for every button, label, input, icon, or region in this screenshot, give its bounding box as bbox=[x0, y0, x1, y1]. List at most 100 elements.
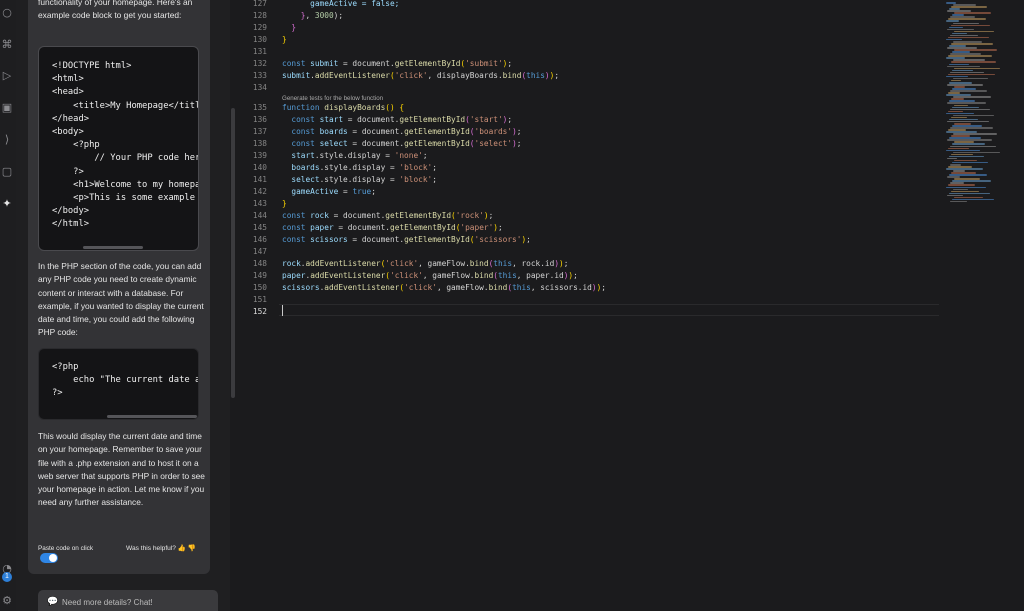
chat-panel-scrollbar[interactable] bbox=[231, 108, 235, 398]
code-token: ; bbox=[526, 235, 531, 244]
code-line[interactable]: scissors.addEventListener('click', gameF… bbox=[282, 282, 606, 294]
code-line[interactable]: function displayBoards() { bbox=[282, 102, 404, 114]
code-token: const bbox=[282, 127, 320, 136]
code-block-php-scrollbar[interactable] bbox=[107, 415, 197, 418]
minimap-line bbox=[947, 102, 986, 105]
minimap-line bbox=[951, 61, 996, 64]
code-token: scissors bbox=[310, 235, 348, 244]
search-icon[interactable]: ○ bbox=[0, 6, 14, 20]
code-line[interactable]: const submit = document.getElementById('… bbox=[282, 58, 512, 70]
code-token: ; bbox=[488, 211, 494, 220]
minimap-line bbox=[948, 147, 969, 150]
code-line[interactable]: const start = document.getElementById('s… bbox=[282, 114, 512, 126]
code-line[interactable]: paper.addEventListener('click', gameFlow… bbox=[282, 270, 578, 282]
code-token: getElementById bbox=[404, 127, 470, 136]
code-token: 'click' bbox=[404, 283, 437, 292]
code-line[interactable]: select.style.display = 'block'; bbox=[282, 174, 437, 186]
thumbs-down-icon[interactable]: 👎 bbox=[188, 544, 196, 552]
code-token: start bbox=[282, 151, 315, 160]
code-line[interactable]: submit.addEventListener('click', display… bbox=[282, 70, 559, 82]
code-line[interactable]: start.style.display = 'none'; bbox=[282, 150, 428, 162]
line-number: 132 bbox=[252, 59, 267, 68]
code-token: rock bbox=[310, 211, 329, 220]
code-line[interactable]: } bbox=[282, 34, 287, 46]
code-block-html[interactable]: <!DOCTYPE html> <html> <head> <title>My … bbox=[38, 46, 199, 251]
code-line[interactable]: gameActive = true; bbox=[282, 186, 376, 198]
code-line[interactable]: rock.addEventListener('click', gameFlow.… bbox=[282, 258, 568, 270]
code-token: ; bbox=[432, 163, 437, 172]
code-token: 'scissors' bbox=[474, 235, 522, 244]
code-token: paper bbox=[282, 271, 306, 280]
remote-explorer-icon[interactable]: ▢ bbox=[0, 165, 14, 179]
code-line[interactable]: const rock = document.getElementById('ro… bbox=[282, 210, 493, 222]
code-token: const bbox=[282, 115, 320, 124]
line-number: 128 bbox=[252, 11, 267, 20]
was-helpful-label: Was this helpful? bbox=[126, 545, 176, 552]
code-line[interactable]: const select = document.getElementById('… bbox=[282, 138, 521, 150]
minimap-line bbox=[954, 104, 968, 107]
minimap-line bbox=[949, 26, 963, 29]
code-token: ; bbox=[422, 151, 428, 160]
ai-chat-icon[interactable]: ✦ bbox=[0, 197, 14, 211]
code-token: addEventListener bbox=[305, 259, 381, 268]
line-number: 147 bbox=[252, 247, 267, 256]
code-token: 'none' bbox=[394, 151, 423, 160]
code-token: submit bbox=[282, 71, 311, 80]
line-number: 142 bbox=[252, 187, 267, 196]
run-debug-icon[interactable]: ▷ bbox=[0, 69, 14, 83]
code-line[interactable]: boards.style.display = 'block'; bbox=[282, 162, 437, 174]
chat-response-panel: functionality of your homepage. Here's a… bbox=[28, 0, 210, 574]
code-token: 'boards' bbox=[474, 127, 513, 136]
code-line[interactable]: } bbox=[282, 198, 287, 210]
code-token: const bbox=[282, 59, 311, 68]
minimap[interactable] bbox=[946, 0, 1001, 205]
brackets-icon[interactable]: ⟩ bbox=[0, 133, 14, 147]
paste-code-toggle[interactable] bbox=[40, 553, 58, 563]
source-control-icon[interactable]: ⌘ bbox=[0, 38, 14, 52]
code-token: gameActive = false; bbox=[282, 0, 400, 8]
code-line[interactable]: } bbox=[282, 22, 296, 34]
minimap-line bbox=[947, 28, 974, 31]
code-token: getElementById bbox=[404, 139, 470, 148]
code-line[interactable]: gameActive = false; bbox=[282, 0, 399, 10]
code-token: } bbox=[282, 35, 287, 44]
codelens-generate-tests[interactable]: Generate tests for the below function bbox=[282, 95, 383, 102]
code-token: getElementById bbox=[390, 223, 456, 232]
minimap-line bbox=[952, 143, 985, 146]
minimap-line bbox=[952, 106, 979, 109]
code-line[interactable]: const scissors = document.getElementById… bbox=[282, 234, 531, 246]
settings-gear-icon[interactable]: ⚙ bbox=[0, 594, 14, 608]
code-line[interactable]: const paper = document.getElementById('p… bbox=[282, 222, 503, 234]
chat-input[interactable]: 💬 Need more details? Chat! bbox=[38, 590, 218, 611]
code-block-scrollbar[interactable] bbox=[83, 246, 143, 249]
minimap-line bbox=[948, 110, 963, 113]
code-token: 3000 bbox=[314, 11, 334, 20]
code-block-php[interactable]: <?php echo "The current date and time is… bbox=[38, 348, 199, 420]
minimap-line bbox=[953, 151, 1000, 154]
minimap-line bbox=[948, 184, 975, 187]
code-line[interactable]: const boards = document.getElementById('… bbox=[282, 126, 521, 138]
line-number: 144 bbox=[252, 211, 267, 220]
code-token: addEventListener bbox=[324, 283, 400, 292]
line-number: 134 bbox=[252, 83, 267, 92]
code-token: function bbox=[282, 103, 325, 112]
line-number: 129 bbox=[252, 23, 267, 32]
paste-code-label: Paste code on click bbox=[38, 545, 94, 552]
code-token: 'click' bbox=[385, 259, 419, 268]
code-token: = bbox=[338, 187, 353, 196]
code-token: = document. bbox=[338, 59, 395, 68]
code-line[interactable]: }, 3000); bbox=[282, 10, 343, 22]
code-token: const bbox=[282, 139, 320, 148]
notification-badge: 1 bbox=[2, 572, 12, 582]
line-number: 150 bbox=[252, 283, 267, 292]
code-token: ; bbox=[507, 59, 513, 68]
code-token: ; bbox=[554, 71, 560, 80]
extensions-icon[interactable]: ▣ bbox=[0, 101, 14, 115]
line-number: 151 bbox=[252, 295, 267, 304]
code-token: 'block' bbox=[399, 175, 433, 184]
code-token: ; bbox=[371, 187, 376, 196]
code-editor[interactable]: 127 128 129 130 131 132 133 134 135 136 137 138 139 1… bbox=[237, 0, 1024, 611]
code-token: rock bbox=[282, 259, 301, 268]
code-token: 'start' bbox=[469, 115, 503, 124]
thumbs-up-icon[interactable]: 👍 bbox=[178, 544, 186, 552]
